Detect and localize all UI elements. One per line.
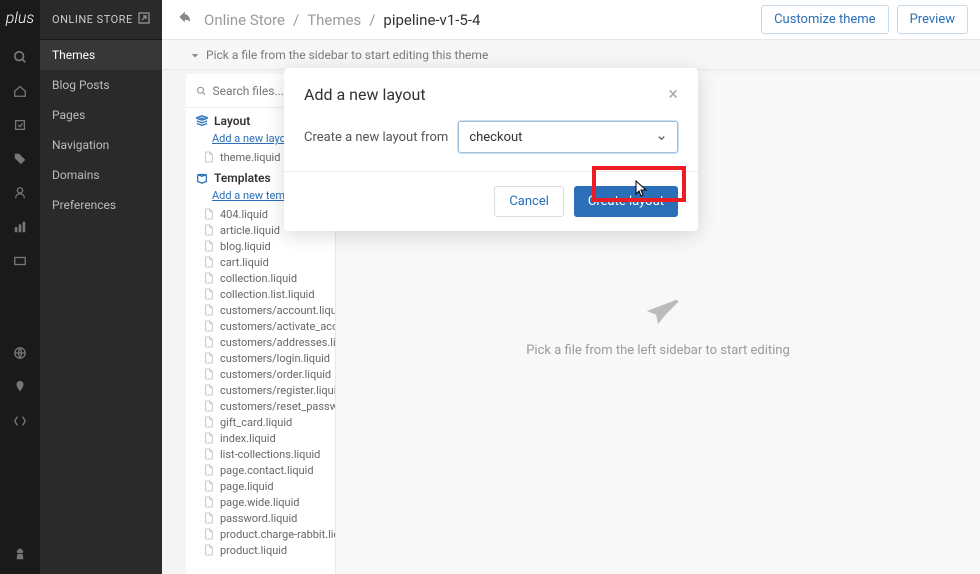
sub-header: Pick a file from the sidebar to start ed…: [162, 40, 980, 70]
nav-item-pages[interactable]: Pages: [40, 100, 162, 130]
nav-item-blog-posts[interactable]: Blog Posts: [40, 70, 162, 100]
customize-theme-button[interactable]: Customize theme: [761, 5, 889, 34]
preview-button[interactable]: Preview: [897, 5, 968, 34]
chevron-down-icon: [656, 132, 667, 143]
nav-item-navigation[interactable]: Navigation: [40, 130, 162, 160]
file-item[interactable]: collection.list.liquid: [186, 286, 335, 302]
external-link-icon[interactable]: [138, 12, 150, 27]
file-item[interactable]: customers/register.liquid: [186, 382, 335, 398]
modal-title: Add a new layout: [304, 85, 426, 104]
file-item[interactable]: gift_card.liquid: [186, 414, 335, 430]
code-icon[interactable]: [12, 413, 28, 429]
search-icon[interactable]: [12, 49, 28, 65]
file-item[interactable]: customers/addresses.liquid: [186, 334, 335, 350]
nav-item-themes[interactable]: Themes: [40, 40, 162, 70]
apps-icon[interactable]: [12, 546, 28, 562]
section-title: Layout: [214, 114, 250, 128]
file-item[interactable]: blog.liquid: [186, 238, 335, 254]
breadcrumb-link[interactable]: Themes: [307, 11, 361, 29]
orders-icon[interactable]: [12, 117, 28, 133]
customers-icon[interactable]: [12, 185, 28, 201]
file-item[interactable]: password.liquid: [186, 510, 335, 526]
app-logo: plus: [6, 8, 34, 27]
nav-item-domains[interactable]: Domains: [40, 160, 162, 190]
nav-item-preferences[interactable]: Preferences: [40, 190, 162, 220]
file-item[interactable]: customers/order.liquid: [186, 366, 335, 382]
file-item[interactable]: page.wide.liquid: [186, 494, 335, 510]
home-icon[interactable]: [12, 83, 28, 99]
file-item[interactable]: customers/reset_password.liquid: [186, 398, 335, 414]
add-layout-modal: Add a new layout × Create a new layout f…: [284, 68, 698, 231]
file-item[interactable]: collection.liquid: [186, 270, 335, 286]
file-item[interactable]: product.charge-rabbit.liquid: [186, 526, 335, 542]
tag-icon[interactable]: [12, 151, 28, 167]
file-item[interactable]: product.liquid: [186, 542, 335, 558]
online-store-icon[interactable]: [12, 345, 28, 361]
sub-header-text: Pick a file from the sidebar to start ed…: [206, 48, 488, 62]
pin-icon[interactable]: [12, 379, 28, 395]
editor-hint: Pick a file from the left sidebar to sta…: [526, 343, 790, 358]
back-icon[interactable]: [174, 8, 192, 31]
file-item[interactable]: list-collections.liquid: [186, 446, 335, 462]
nav-section-title: ONLINE STORE: [52, 13, 133, 26]
breadcrumb-link[interactable]: Online Store: [204, 11, 285, 29]
file-item[interactable]: customers/activate_account.liquid: [186, 318, 335, 334]
breadcrumb-current: pipeline-v1-5-4: [383, 11, 480, 29]
section-title: Templates: [214, 171, 271, 185]
create-layout-button[interactable]: Create layout: [574, 186, 678, 217]
file-item[interactable]: page.contact.liquid: [186, 462, 335, 478]
nav-section-header: ONLINE STORE: [40, 0, 162, 40]
close-icon[interactable]: ×: [668, 84, 678, 105]
modal-field-label: Create a new layout from: [304, 130, 448, 145]
app-icon-sidebar: plus: [0, 0, 40, 574]
file-item[interactable]: customers/login.liquid: [186, 350, 335, 366]
file-item[interactable]: page.liquid: [186, 478, 335, 494]
file-item[interactable]: cart.liquid: [186, 254, 335, 270]
top-bar: Online Store / Themes / pipeline-v1-5-4 …: [162, 0, 980, 40]
file-item[interactable]: customers/account.liquid: [186, 302, 335, 318]
discounts-icon[interactable]: [12, 253, 28, 269]
analytics-icon[interactable]: [12, 219, 28, 235]
layout-source-select[interactable]: checkout: [458, 121, 678, 153]
file-item[interactable]: index.liquid: [186, 430, 335, 446]
secondary-nav: ONLINE STORE ThemesBlog PostsPagesNaviga…: [40, 0, 162, 574]
cancel-button[interactable]: Cancel: [494, 186, 564, 217]
select-value: checkout: [469, 130, 522, 145]
